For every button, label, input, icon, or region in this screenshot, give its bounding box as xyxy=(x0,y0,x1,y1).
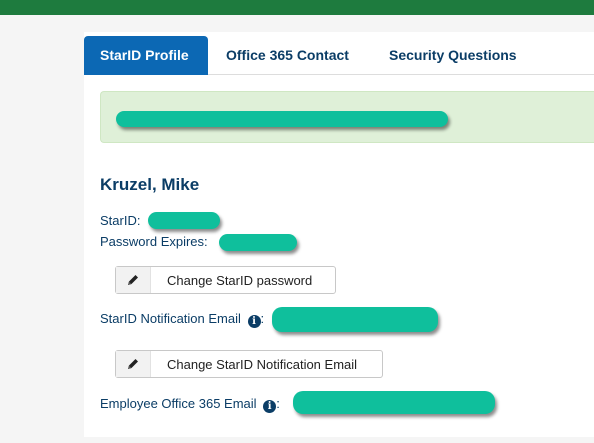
top-header-bar xyxy=(0,0,594,15)
office365-email-row: Employee Office 365 Email i: xyxy=(100,396,280,413)
starid-label: StarID: xyxy=(100,213,141,228)
notification-email-row: StarID Notification Email i: xyxy=(100,311,264,328)
pencil-icon xyxy=(116,267,151,293)
user-full-name: Kruzel, Mike xyxy=(100,175,200,194)
change-password-button[interactable]: Change StarID password xyxy=(115,266,336,294)
notification-email-colon: : xyxy=(260,311,265,326)
notification-email-label: StarID Notification Email xyxy=(100,311,241,326)
redacted-starid-value xyxy=(148,212,220,229)
tab-bar: StarID Profile Office 365 Contact Securi… xyxy=(84,36,594,75)
redacted-notification-email-value xyxy=(272,307,438,332)
pencil-icon xyxy=(116,351,151,377)
tab-security-questions[interactable]: Security Questions xyxy=(373,36,533,74)
redacted-password-expiry-value xyxy=(219,234,297,251)
tab-starid-profile[interactable]: StarID Profile xyxy=(84,36,208,75)
change-notification-email-button[interactable]: Change StarID Notification Email xyxy=(115,350,383,378)
info-icon[interactable]: i xyxy=(263,400,277,413)
redacted-alert-message xyxy=(116,111,448,127)
office365-email-colon: : xyxy=(276,396,280,411)
password-expires-label: Password Expires: xyxy=(100,234,208,249)
redacted-office365-email-value xyxy=(293,391,495,414)
info-icon[interactable]: i xyxy=(247,315,261,328)
office365-email-label: Employee Office 365 Email xyxy=(100,396,257,411)
tab-office365-contact[interactable]: Office 365 Contact xyxy=(210,36,365,74)
change-password-button-label: Change StarID password xyxy=(167,272,313,288)
change-notification-email-button-label: Change StarID Notification Email xyxy=(167,356,358,372)
